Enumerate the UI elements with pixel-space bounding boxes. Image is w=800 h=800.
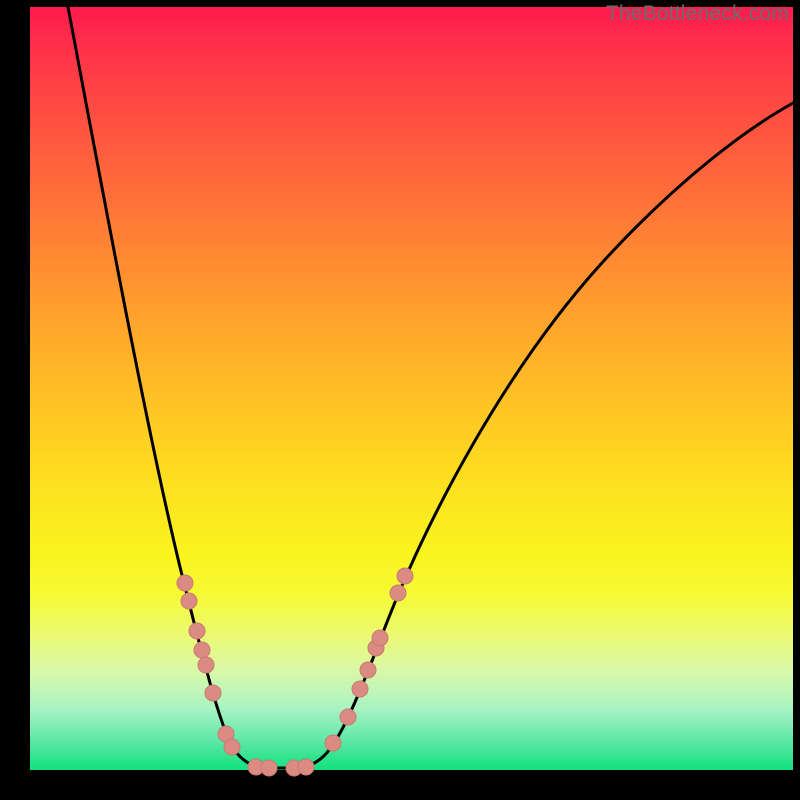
data-dot: [298, 759, 314, 775]
bottleneck-curve: [68, 7, 793, 768]
data-dot: [360, 662, 376, 678]
data-dot: [261, 760, 277, 776]
data-dot: [224, 739, 240, 755]
data-dot: [194, 642, 210, 658]
chart-svg: [30, 7, 793, 770]
data-dot: [390, 585, 406, 601]
curve-left-branch: [68, 7, 268, 768]
data-dot: [189, 623, 205, 639]
data-dot: [198, 657, 214, 673]
chart-frame: [30, 7, 793, 770]
data-dot: [181, 593, 197, 609]
data-dot: [325, 735, 341, 751]
data-dot: [177, 575, 193, 591]
data-dot: [352, 681, 368, 697]
data-dot: [397, 568, 413, 584]
watermark-text: TheBottleneck.com: [606, 2, 789, 26]
data-dots: [177, 568, 413, 776]
data-dot: [205, 685, 221, 701]
data-dot: [340, 709, 356, 725]
data-dot: [372, 630, 388, 646]
